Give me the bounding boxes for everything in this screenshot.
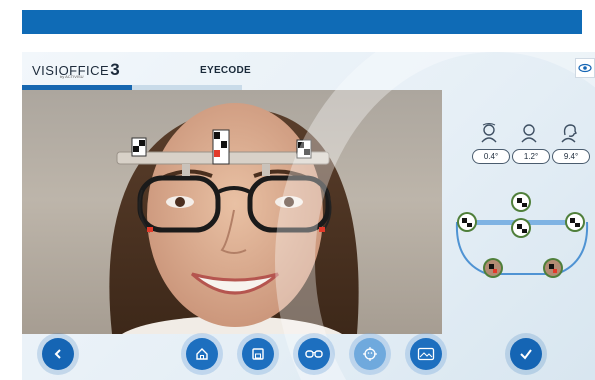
- head-tilt-icon: [481, 123, 497, 143]
- diagram-target-bottom-left: [483, 258, 503, 278]
- clip-diagram: [455, 192, 589, 278]
- left-lens-marker: [147, 227, 153, 232]
- diagram-target-left: [457, 212, 477, 232]
- head-front-icon: [521, 124, 537, 143]
- top-banner: [22, 10, 582, 34]
- app-window: VISIOFFICE3 by ACTIVISU EYECODE 0.4° 1.2…: [22, 52, 595, 380]
- head-turn-icon: [561, 124, 577, 143]
- clip-target-center: [212, 129, 230, 165]
- brand-badge: [575, 58, 595, 78]
- face-image: [109, 103, 359, 334]
- head-turn-value: 9.4°: [552, 149, 590, 164]
- right-lens-marker: [319, 227, 325, 232]
- diagram-target-bottom-right: [543, 258, 563, 278]
- head-tilt-value: 0.4°: [472, 149, 510, 164]
- bottom-toolbar: [22, 334, 595, 380]
- head-front-value: 1.2°: [512, 149, 550, 164]
- logo-number: 3: [110, 60, 121, 79]
- clip-target-left: [131, 137, 147, 157]
- measure-head-turn: 9.4°: [552, 122, 590, 164]
- camera-photo: [22, 90, 442, 334]
- logo-subtitle: by ACTIVISU: [60, 74, 84, 79]
- measure-head-front: 1.2°: [512, 122, 550, 164]
- diagram-target-top: [511, 192, 531, 212]
- diagram-target-right: [565, 212, 585, 232]
- clip-target-right: [296, 139, 312, 159]
- eye-logo-icon: [578, 63, 592, 73]
- measure-head-tilt: 0.4°: [472, 122, 510, 164]
- header: VISIOFFICE3 by ACTIVISU EYECODE: [22, 52, 595, 85]
- screen-title: EYECODE: [200, 65, 252, 76]
- diagram-target-center: [511, 218, 531, 238]
